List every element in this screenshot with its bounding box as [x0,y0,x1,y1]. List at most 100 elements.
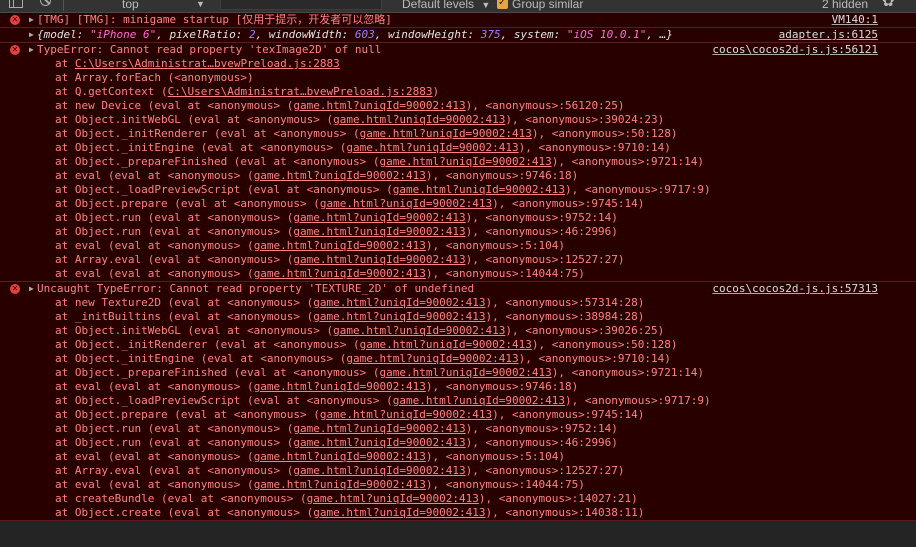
stack-link[interactable]: game.html?uniqId=90002:413 [254,267,426,280]
toolbar-divider [63,0,64,11]
stack-link[interactable]: game.html?uniqId=90002:413 [254,478,426,491]
stack-link[interactable]: game.html?uniqId=90002:413 [346,141,518,154]
stack-text: at Array.eval (eval at <anonymous> ( [55,253,294,266]
stack-frame: at new Texture2D (eval at <anonymous> (g… [0,296,916,310]
stack-link[interactable]: game.html?uniqId=90002:413 [254,169,426,182]
stack-link[interactable]: game.html?uniqId=90002:413 [293,422,465,435]
stack-text: at Object.prepare (eval at <anonymous> ( [55,197,320,210]
object-key: , …} [646,28,673,41]
stack-link[interactable]: game.html?uniqId=90002:413 [360,127,532,140]
stack-frame: at Object.create (eval at <anonymous> (g… [0,506,916,520]
stack-link[interactable]: game.html?uniqId=90002:413 [320,197,492,210]
stack-link[interactable]: game.html?uniqId=90002:413 [393,394,565,407]
expand-triangle-icon[interactable]: ▶ [29,13,34,27]
source-link[interactable]: adapter.js:6125 [779,28,878,42]
message-header: ✕ ▶ TypeError: Cannot read property 'texIm… [0,43,916,57]
stack-text: ), <anonymous>:9752:14) [465,211,618,224]
object-key: , windowWidth: [255,28,355,41]
stack-link[interactable]: game.html?uniqId=90002:413 [254,239,426,252]
object-key: , pixelRatio: [156,28,249,41]
stack-text: ), <anonymous>:9745:14) [492,197,645,210]
stack-link[interactable]: game.html?uniqId=90002:413 [313,296,485,309]
message-text: [TMG] [TMG]: minigame startup [仅用于提示，开发者… [37,13,392,26]
filter-input[interactable] [220,0,382,10]
stack-text: at eval (eval at <anonymous> ( [55,267,254,280]
context-label: top [122,0,139,11]
message-header: ✕ ▶ [TMG] [TMG]: minigame startup [仅用于提示，开… [0,13,916,27]
source-link[interactable]: cocos\cocos2d-js.js:56121 [712,43,878,57]
stack-frame: at eval (eval at <anonymous> (game.html?… [0,239,916,253]
stack-text: ), <anonymous>:50:128) [531,127,678,140]
stack-link[interactable]: game.html?uniqId=90002:413 [293,436,465,449]
stack-text: at [55,57,75,70]
stack-link[interactable]: game.html?uniqId=90002:413 [320,408,492,421]
stack-text: ), <anonymous>:14044:75) [425,478,585,491]
stack-frame: at eval (eval at <anonymous> (game.html?… [0,169,916,183]
expand-triangle-icon[interactable]: ▶ [29,282,34,296]
levels-dropdown[interactable]: Default levels ▼ [402,0,491,12]
stack-link[interactable]: game.html?uniqId=90002:413 [333,113,505,126]
stack-text: at Object.run (eval at <anonymous> ( [55,225,294,238]
stack-link[interactable]: C:\Users\Administrat…bvewPreload.js:2883 [75,57,340,70]
error-message: ✕ ▶ Uncaught TypeError: Cannot read proper… [0,282,916,521]
stack-frame: at eval (eval at <anonymous> (game.html?… [0,267,916,281]
stack-text: ), <anonymous>:39024:23) [505,113,665,126]
sidebar-toggle-icon[interactable] [9,0,23,8]
message-text: TypeError: Cannot read property 'texImag… [37,43,382,56]
stack-link[interactable]: game.html?uniqId=90002:413 [380,155,552,168]
stack-link[interactable]: game.html?uniqId=90002:413 [346,352,518,365]
expand-triangle-icon[interactable]: ▶ [29,28,34,42]
object-preview[interactable]: {model: "iPhone 6", pixelRatio: 2, windo… [37,28,673,41]
stack-frame: at Object._initRenderer (eval at <anonym… [0,127,916,141]
stack-link[interactable]: game.html?uniqId=90002:413 [254,380,426,393]
stack-text: at Object.run (eval at <anonymous> ( [55,436,294,449]
object-value: "iOS 10.0.1" [566,28,647,41]
stack-text: at Array.forEach (<anonymous>) [55,71,254,84]
stack-link[interactable]: game.html?uniqId=90002:413 [380,366,552,379]
error-icon: ✕ [10,45,20,55]
stack-text: ), <anonymous>:14027:21) [478,492,638,505]
stack-link[interactable]: game.html?uniqId=90002:413 [293,225,465,238]
checkbox-icon[interactable] [497,0,508,10]
stack-link[interactable]: game.html?uniqId=90002:413 [307,492,479,505]
stack-link[interactable]: game.html?uniqId=90002:413 [254,450,426,463]
stack-text: at new Texture2D (eval at <anonymous> ( [55,296,314,309]
stack-link[interactable]: game.html?uniqId=90002:413 [393,183,565,196]
object-key: {model: [37,28,90,41]
stack-text: ), <anonymous>:57314:28) [485,296,645,309]
stack-link[interactable]: game.html?uniqId=90002:413 [313,310,485,323]
stack-text: ), <anonymous>:46:2996) [465,225,618,238]
stack-text: at Array.eval (eval at <anonymous> ( [55,464,294,477]
source-link[interactable]: VM140:1 [832,13,878,27]
stack-text: ), <anonymous>:9721:14) [551,366,705,379]
stack-link[interactable]: game.html?uniqId=90002:413 [293,253,465,266]
stack-frame: at Object._loadPreviewScript (eval at <a… [0,394,916,408]
chevron-down-icon: ▼ [481,0,491,10]
stack-link[interactable]: game.html?uniqId=90002:413 [293,464,465,477]
stack-text: at Object._initRenderer (eval at <anonym… [55,127,360,140]
stack-frame: at eval (eval at <anonymous> (game.html?… [0,450,916,464]
stack-link[interactable]: game.html?uniqId=90002:413 [360,338,532,351]
stack-link[interactable]: game.html?uniqId=90002:413 [313,506,485,519]
group-similar-toggle[interactable]: Group similar [497,0,583,12]
stack-text: at createBundle (eval at <anonymous> ( [55,492,307,505]
stack-link[interactable]: game.html?uniqId=90002:413 [293,99,465,112]
gear-icon[interactable]: ✿ [882,0,895,9]
stack-text: at Object.initWebGL (eval at <anonymous>… [55,324,334,337]
stack-link[interactable]: game.html?uniqId=90002:413 [293,211,465,224]
error-message: ✕ ▶ [TMG] [TMG]: minigame startup [仅用于提示，开… [0,13,916,28]
expand-triangle-icon[interactable]: ▶ [29,43,34,57]
stack-link[interactable]: game.html?uniqId=90002:413 [333,324,505,337]
stack-link[interactable]: C:\Users\Administrat…bvewPreload.js:2883 [168,85,433,98]
stack-text: at Object.initWebGL (eval at <anonymous>… [55,113,334,126]
stack-frame: at Object.prepare (eval at <anonymous> (… [0,197,916,211]
clear-console-icon[interactable] [40,0,51,6]
stack-text: at eval (eval at <anonymous> ( [55,380,254,393]
stack-frame: at Object.prepare (eval at <anonymous> (… [0,408,916,422]
stack-frame: at eval (eval at <anonymous> (game.html?… [0,380,916,394]
log-message: ▶ {model: "iPhone 6", pixelRatio: 2, wind… [0,28,916,43]
stack-text: ), <anonymous>:9717:9) [564,183,711,196]
stack-text: ), <anonymous>:12527:27) [465,464,625,477]
stack-frame: at C:\Users\Administrat…bvewPreload.js:2… [0,57,916,71]
source-link[interactable]: cocos\cocos2d-js.js:57313 [712,282,878,296]
